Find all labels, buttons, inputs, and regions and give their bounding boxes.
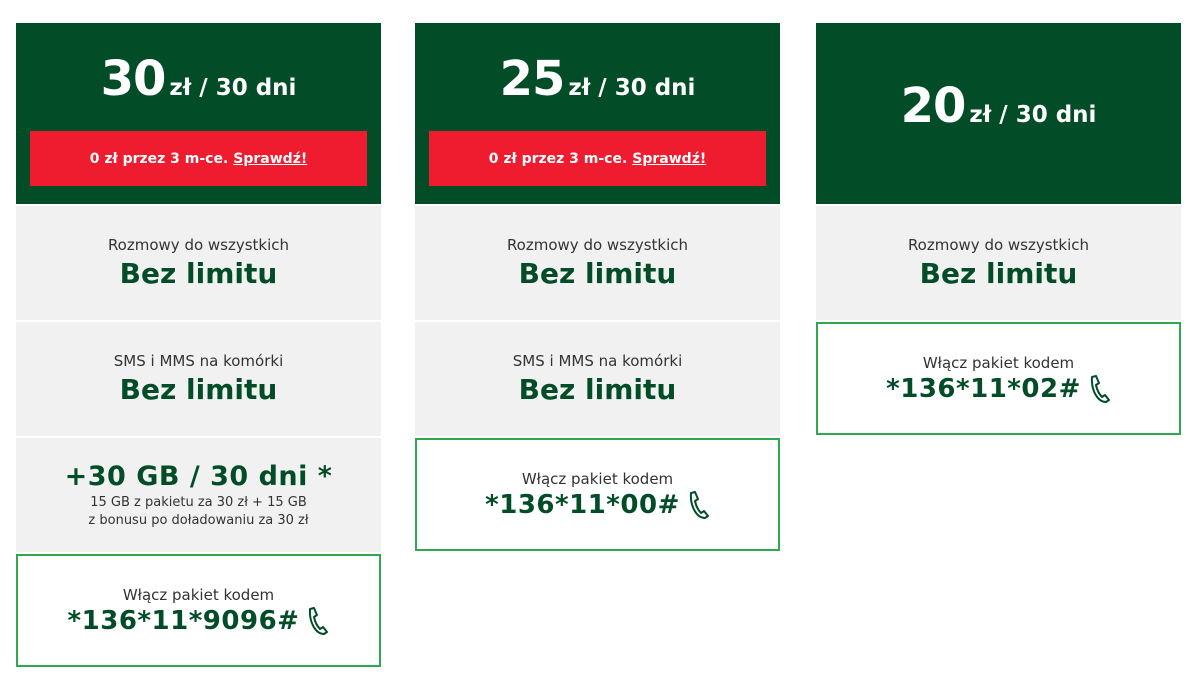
calls-feature: Rozmowy do wszystkich Bez limitu <box>16 206 381 320</box>
plan-card-30: 30 zł / 30 dni 0 zł przez 3 m-ce. Sprawdź… <box>16 23 381 667</box>
sms-label: SMS i MMS na komórki <box>512 352 683 370</box>
activation-code[interactable]: *136*11*02# <box>886 374 1081 404</box>
code-label: Włącz pakiet kodem <box>122 585 275 604</box>
promo-check-link[interactable]: Sprawdź! <box>233 151 307 167</box>
promo-banner[interactable]: 0 zł przez 3 m-ce. Sprawdź! <box>429 131 766 186</box>
promo-banner[interactable]: 0 zł przez 3 m-ce. Sprawdź! <box>30 131 367 186</box>
calls-feature: Rozmowy do wszystkich Bez limitu <box>415 206 780 320</box>
sms-label: SMS i MMS na komórki <box>113 352 284 370</box>
code-label: Włącz pakiet kodem <box>922 353 1075 372</box>
plan-price: 30 zł / 30 dni <box>16 51 381 107</box>
plan-price: 20 zł / 30 dni <box>816 78 1181 134</box>
activation-code-box[interactable]: Włącz pakiet kodem *136*11*00# <box>415 438 780 551</box>
calls-label: Rozmowy do wszystkich <box>907 236 1090 254</box>
sms-value: Bez limitu <box>518 373 677 406</box>
sms-value: Bez limitu <box>119 373 278 406</box>
activation-code[interactable]: *136*11*9096# <box>68 606 300 636</box>
plan-card-25: 25 zł / 30 dni 0 zł przez 3 m-ce. Sprawdź… <box>415 23 780 551</box>
price-period: zł / 30 dni <box>568 75 696 101</box>
code-label: Włącz pakiet kodem <box>521 469 674 488</box>
calls-value: Bez limitu <box>119 257 278 290</box>
plan-header: 20 zł / 30 dni <box>816 23 1181 204</box>
calls-value: Bez limitu <box>919 257 1078 290</box>
price-amount: 20 <box>900 78 967 134</box>
calls-feature: Rozmowy do wszystkich Bez limitu <box>816 206 1181 320</box>
promo-text: 0 zł przez 3 m-ce. <box>89 150 229 167</box>
sms-feature: SMS i MMS na komórki Bez limitu <box>415 322 780 436</box>
promo-check-link[interactable]: Sprawdź! <box>632 151 706 167</box>
price-period: zł / 30 dni <box>169 75 297 101</box>
plan-header: 25 zł / 30 dni 0 zł przez 3 m-ce. Sprawdź… <box>415 23 780 204</box>
activation-code-box[interactable]: Włącz pakiet kodem *136*11*02# <box>816 322 1181 435</box>
price-amount: 30 <box>100 51 167 107</box>
calls-label: Rozmowy do wszystkich <box>506 236 689 254</box>
data-feature: +30 GB / 30 dni * 15 GB z pakietu za 30 … <box>16 438 381 552</box>
plan-header: 30 zł / 30 dni 0 zł przez 3 m-ce. Sprawdź… <box>16 23 381 204</box>
plan-card-20: 20 zł / 30 dni Rozmowy do wszystkich Bez … <box>816 23 1181 435</box>
activation-code[interactable]: *136*11*00# <box>485 490 680 520</box>
phone-icon[interactable] <box>1085 374 1111 404</box>
phone-icon[interactable] <box>684 490 710 520</box>
phone-icon[interactable] <box>303 606 329 636</box>
data-note-line-1: 15 GB z pakietu za 30 zł + 15 GB <box>90 494 307 510</box>
data-note-line-2: z bonusu po doładowaniu za 30 zł <box>88 512 309 528</box>
data-value: +30 GB / 30 dni * <box>64 460 333 492</box>
promo-text: 0 zł przez 3 m-ce. <box>488 150 628 167</box>
price-period: zł / 30 dni <box>969 102 1097 128</box>
calls-value: Bez limitu <box>518 257 677 290</box>
calls-label: Rozmowy do wszystkich <box>107 236 290 254</box>
price-amount: 25 <box>499 51 566 107</box>
sms-feature: SMS i MMS na komórki Bez limitu <box>16 322 381 436</box>
plan-price: 25 zł / 30 dni <box>415 51 780 107</box>
activation-code-box[interactable]: Włącz pakiet kodem *136*11*9096# <box>16 554 381 667</box>
